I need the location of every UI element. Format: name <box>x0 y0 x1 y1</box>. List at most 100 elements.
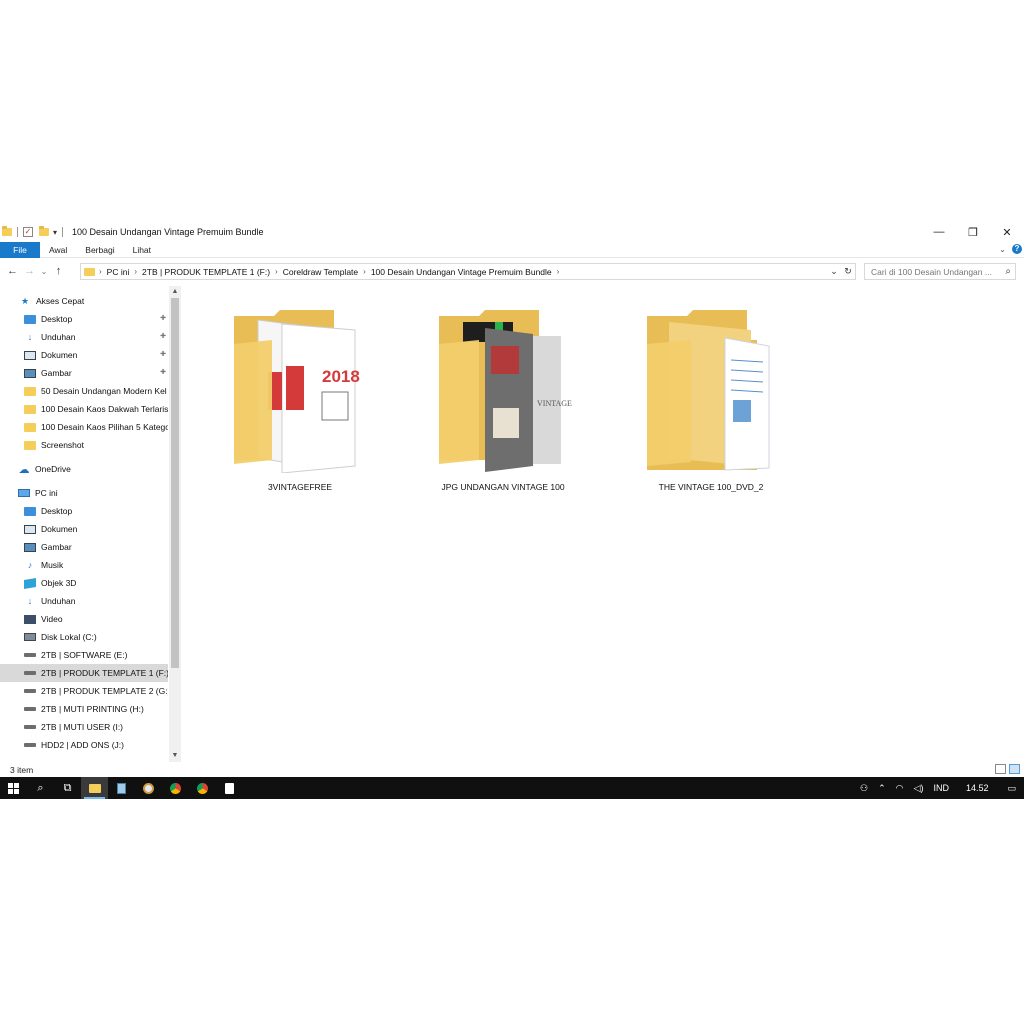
scroll-thumb[interactable] <box>171 298 179 668</box>
desktop-icon <box>24 314 36 324</box>
breadcrumb-drive[interactable]: 2TB | PRODUK TEMPLATE 1 (F:) <box>142 267 270 277</box>
window-title: 100 Desain Undangan Vintage Premuim Bund… <box>72 227 264 237</box>
chrome-icon[interactable] <box>162 777 189 799</box>
tab-home[interactable]: Awal <box>40 242 76 258</box>
scroll-up-icon[interactable]: ▲ <box>169 286 181 298</box>
help-icon[interactable]: ? <box>1012 244 1022 254</box>
recent-locations-icon[interactable]: ⌄ <box>38 262 50 280</box>
address-bar[interactable]: › PC ini › 2TB | PRODUK TEMPLATE 1 (F:) … <box>80 263 856 280</box>
search-icon[interactable]: ⌕ <box>27 777 54 799</box>
nav-drive-c[interactable]: Disk Lokal (C:) <box>0 628 168 646</box>
clock[interactable]: 14.52 <box>966 783 989 793</box>
nav-pc-videos[interactable]: Video <box>0 610 168 628</box>
search-box[interactable]: ⌕ <box>864 263 1016 280</box>
properties-icon[interactable]: ✓ <box>23 227 33 237</box>
refresh-icon[interactable]: ↻ <box>841 266 855 277</box>
minimize-button[interactable]: — <box>922 222 956 242</box>
pin-icon[interactable]: ✚ <box>160 350 166 358</box>
drive-icon <box>24 707 36 711</box>
chrome-icon[interactable] <box>189 777 216 799</box>
nav-pc-desktop[interactable]: Desktop <box>0 502 168 520</box>
documents-icon <box>24 524 36 534</box>
nav-drive-e[interactable]: 2TB | SOFTWARE (E:) <box>0 646 168 664</box>
start-button[interactable] <box>0 777 27 799</box>
pictures-icon <box>24 368 36 378</box>
pin-icon[interactable]: ✚ <box>160 314 166 322</box>
chevron-right-icon[interactable]: › <box>275 267 278 276</box>
chevron-down-icon[interactable]: ⌄ <box>827 266 841 277</box>
nav-drive-g[interactable]: 2TB | PRODUK TEMPLATE 2 (G:) <box>0 682 168 700</box>
drive-icon <box>24 671 36 675</box>
ribbon-tabs: File Awal Berbagi Lihat ⌄ ? <box>0 241 1024 258</box>
nav-scrollbar[interactable]: ▲ ▼ <box>169 286 181 762</box>
breadcrumb-pc[interactable]: PC ini <box>107 267 130 277</box>
search-input[interactable] <box>871 266 996 277</box>
details-view-icon[interactable] <box>995 764 1006 774</box>
nav-onedrive[interactable]: ☁ OneDrive <box>0 460 168 478</box>
nav-item-recent-3[interactable]: 100 Desain Kaos Pilihan 5 Katego <box>0 418 168 436</box>
pin-icon[interactable]: ✚ <box>160 332 166 340</box>
notifications-icon[interactable]: ▭ <box>1007 783 1016 794</box>
file-explorer-window: ✓ ▾ 100 Desain Undangan Vintage Premuim … <box>0 222 1024 800</box>
taskbar: ⌕ ⧉ ⚇ ⌃ ◠ ◁) IND 14.52 ▭ <box>0 777 1024 799</box>
nav-pc-documents[interactable]: Dokumen <box>0 520 168 538</box>
folder-tile-the-vintage-dvd2[interactable]: THE VINTAGE 100_DVD_2 <box>641 308 781 498</box>
paint-icon[interactable] <box>135 777 162 799</box>
scroll-down-icon[interactable]: ▼ <box>169 750 181 762</box>
nav-drive-j[interactable]: HDD2 | ADD ONS (J:) <box>0 736 168 754</box>
nav-item-recent-4[interactable]: Screenshot <box>0 436 168 454</box>
tab-view[interactable]: Lihat <box>124 242 160 258</box>
divider <box>17 227 18 237</box>
folder-icon <box>647 310 770 471</box>
folder-tile-3vintagefree[interactable]: 2018 3VINTAGEFREE <box>230 308 370 498</box>
chevron-up-icon[interactable]: ⌃ <box>878 783 886 794</box>
folder-icon <box>24 440 36 450</box>
nav-pc-pictures[interactable]: Gambar <box>0 538 168 556</box>
nav-item-desktop[interactable]: Desktop ✚ <box>0 310 168 328</box>
task-view-icon[interactable]: ⧉ <box>54 777 81 799</box>
large-icons-view-icon[interactable] <box>1009 764 1020 774</box>
nav-drive-h[interactable]: 2TB | MUTI PRINTING (H:) <box>0 700 168 718</box>
nav-drive-i[interactable]: 2TB | MUTI USER (I:) <box>0 718 168 736</box>
expand-ribbon-icon[interactable]: ⌄ <box>999 245 1006 254</box>
nav-item-documents[interactable]: Dokumen ✚ <box>0 346 168 364</box>
new-folder-icon[interactable] <box>39 226 49 236</box>
notepad-icon[interactable] <box>108 777 135 799</box>
nav-item-downloads[interactable]: ↓ Unduhan ✚ <box>0 328 168 346</box>
folder-tile-jpg-undangan[interactable]: VINTAGE 100 JPG UNDANGAN VINTAGE 100 <box>433 308 573 498</box>
nav-item-recent-1[interactable]: 50 Desain Undangan Modern Kel <box>0 382 168 400</box>
nav-pc-music[interactable]: ♪ Musik <box>0 556 168 574</box>
folder-name: THE VINTAGE 100_DVD_2 <box>658 482 764 492</box>
app-icon[interactable] <box>216 777 243 799</box>
nav-this-pc[interactable]: PC ini <box>0 484 168 502</box>
chevron-right-icon[interactable]: › <box>99 267 102 276</box>
chevron-right-icon[interactable]: › <box>557 267 560 276</box>
customize-toolbar-icon[interactable]: ▾ <box>53 228 57 237</box>
back-button[interactable]: ← <box>4 262 21 280</box>
nav-drive-f[interactable]: 2TB | PRODUK TEMPLATE 1 (F:) <box>0 664 168 682</box>
download-icon: ↓ <box>27 332 33 342</box>
file-explorer-icon[interactable] <box>81 777 108 799</box>
folder-with-preview-icon: VINTAGE 100 <box>439 310 573 472</box>
nav-quick-access[interactable]: ★ Akses Cepat <box>0 292 168 310</box>
breadcrumb-coreldraw[interactable]: Coreldraw Template <box>283 267 358 277</box>
volume-icon[interactable]: ◁) <box>914 783 924 794</box>
nav-item-pictures[interactable]: Gambar ✚ <box>0 364 168 382</box>
forward-button[interactable]: → <box>21 262 38 280</box>
title-bar: ✓ ▾ 100 Desain Undangan Vintage Premuim … <box>0 222 1024 242</box>
wifi-icon[interactable]: ◠ <box>896 783 904 794</box>
close-button[interactable]: ✕ <box>990 222 1024 242</box>
tab-share[interactable]: Berbagi <box>76 242 123 258</box>
nav-pc-3d-objects[interactable]: Objek 3D <box>0 574 168 592</box>
nav-item-recent-2[interactable]: 100 Desain Kaos Dakwah Terlaris <box>0 400 168 418</box>
restore-button[interactable]: ❐ <box>956 222 990 242</box>
pin-icon[interactable]: ✚ <box>160 368 166 376</box>
tab-file[interactable]: File <box>0 241 40 258</box>
nav-pc-downloads[interactable]: ↓ Unduhan <box>0 592 168 610</box>
chevron-right-icon[interactable]: › <box>363 267 366 276</box>
up-button[interactable]: ↑ <box>50 262 67 280</box>
people-icon[interactable]: ⚇ <box>860 783 868 794</box>
language-indicator[interactable]: IND <box>933 783 949 793</box>
breadcrumb-current[interactable]: 100 Desain Undangan Vintage Premuim Bund… <box>371 267 552 277</box>
chevron-right-icon[interactable]: › <box>134 267 137 276</box>
